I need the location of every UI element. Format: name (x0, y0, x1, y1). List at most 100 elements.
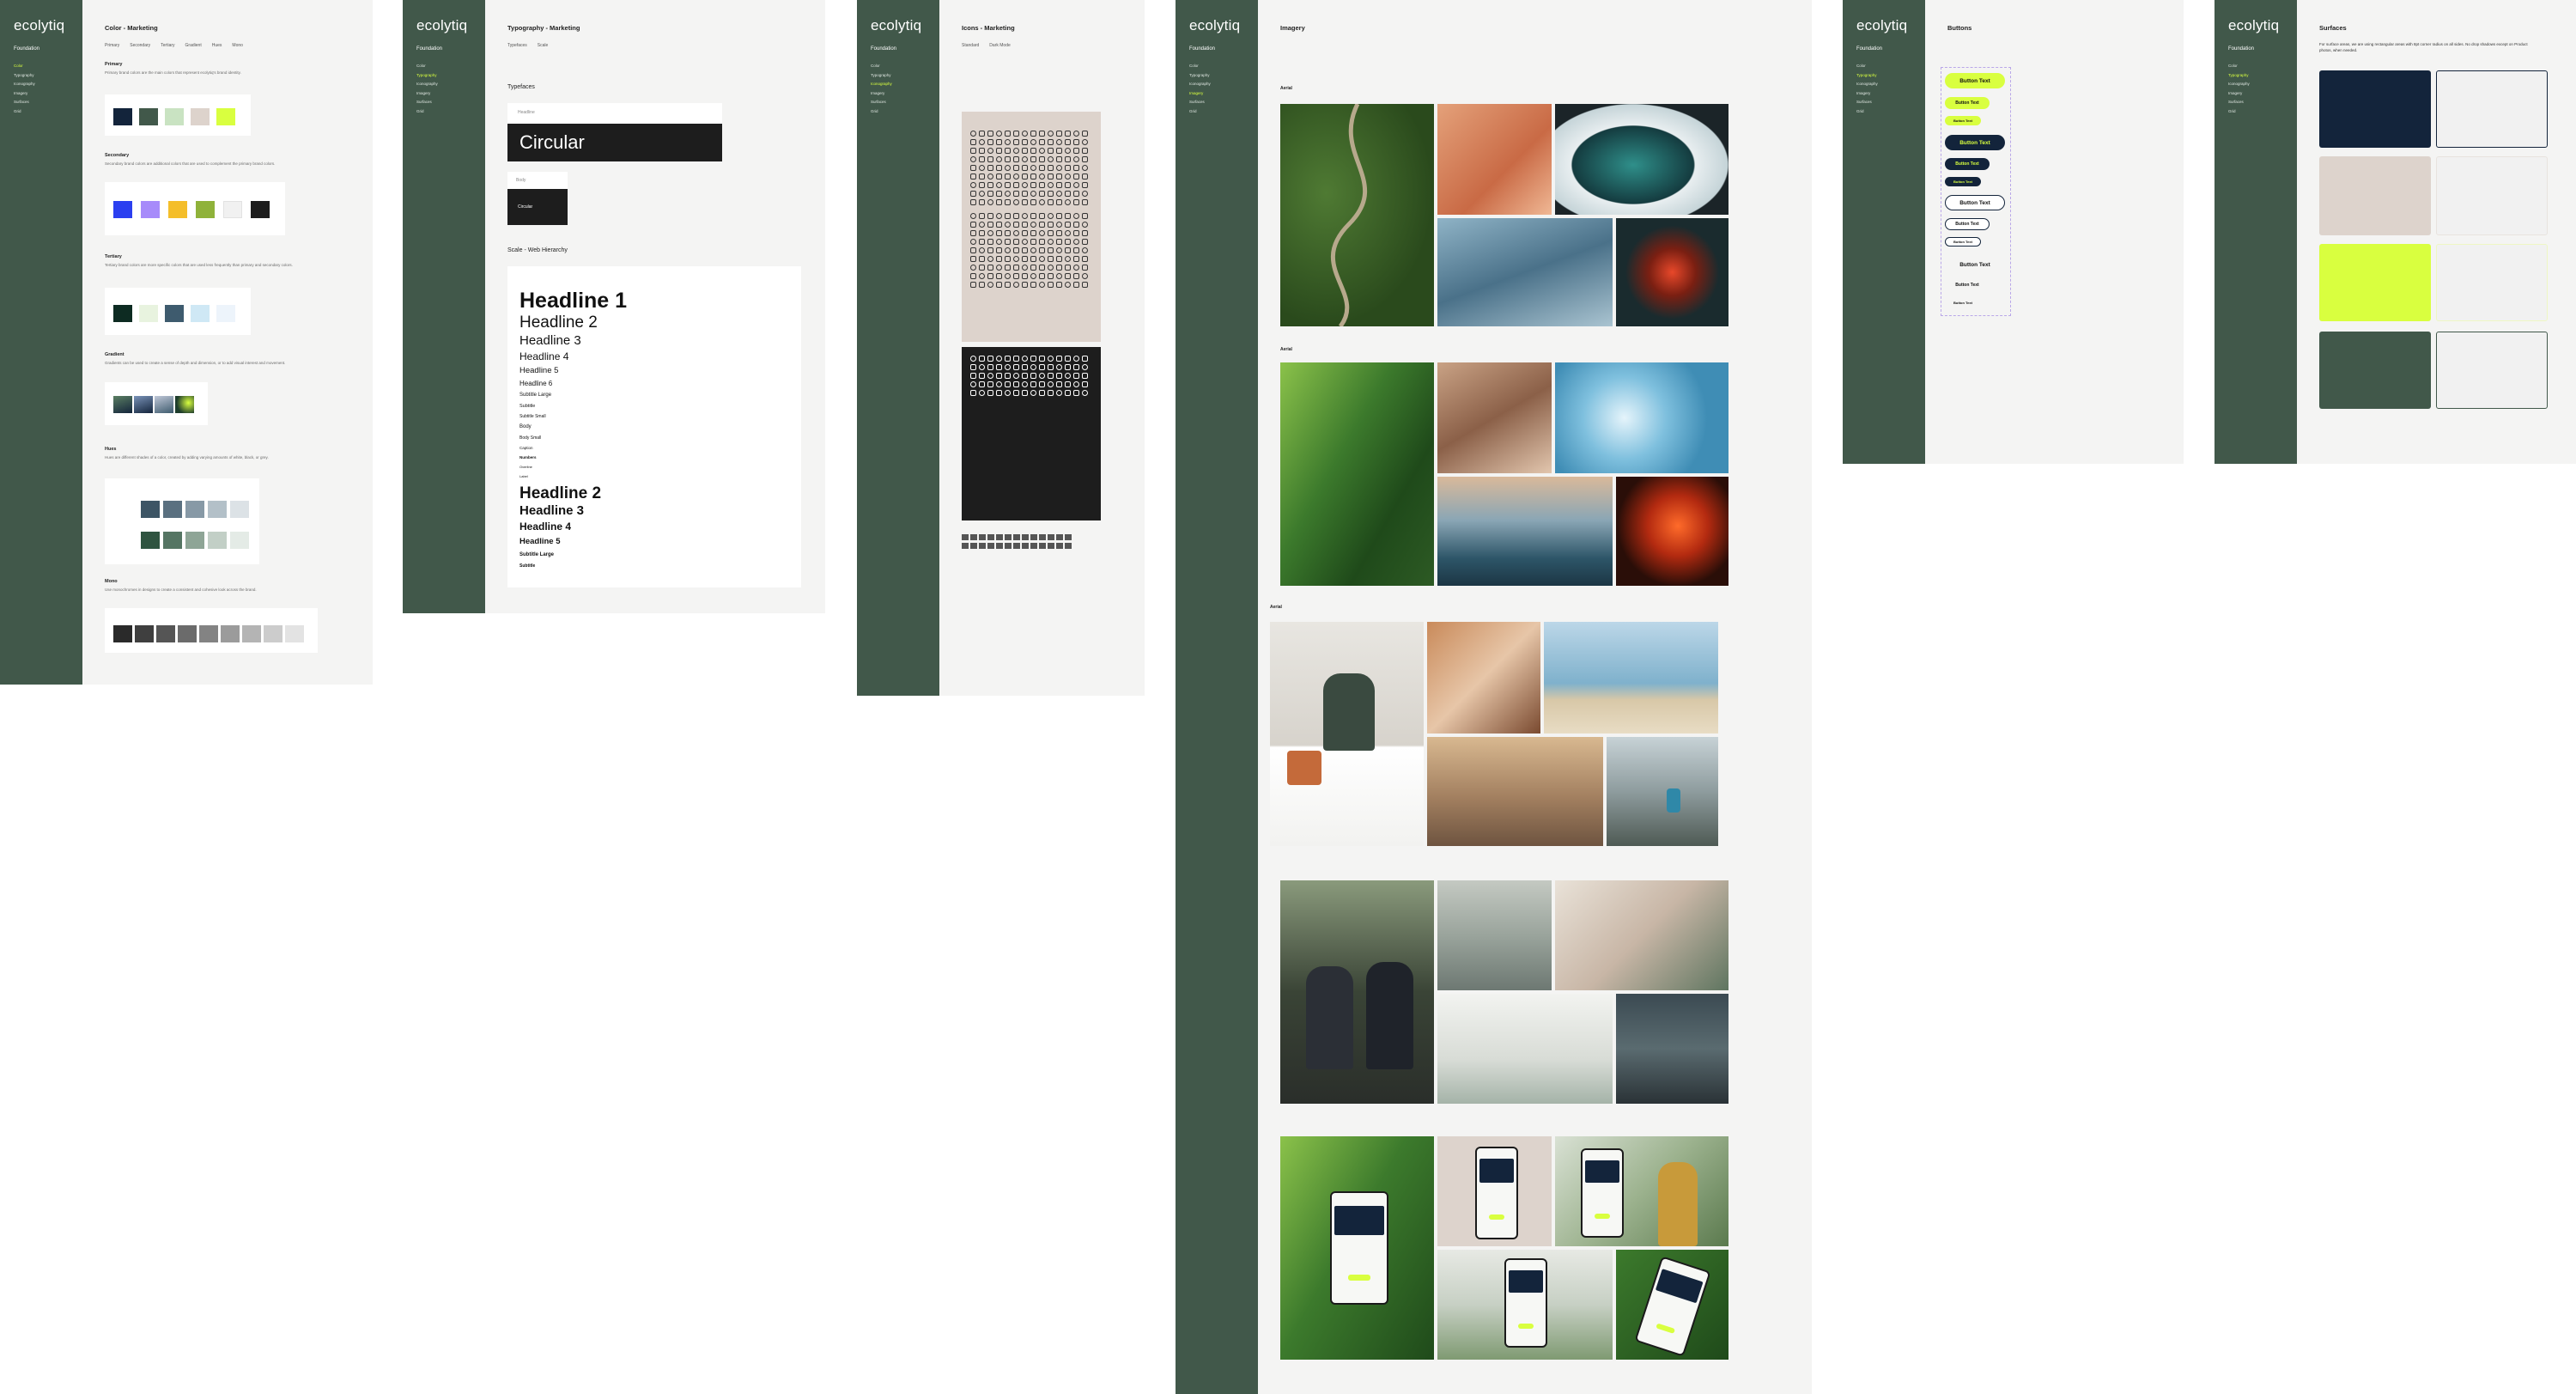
glyph-icon (1056, 390, 1062, 396)
nav-item-grid[interactable]: Grid (416, 107, 438, 117)
phone-leaf-image (1280, 1136, 1434, 1360)
dark-button-small[interactable]: Button Text (1945, 177, 1981, 186)
primary-button-medium[interactable]: Button Text (1945, 97, 1990, 109)
glyph-icon (996, 364, 1002, 370)
nav-item-typography[interactable]: Typography (1189, 71, 1211, 81)
glyph-icon (1082, 356, 1088, 362)
nav-item-color[interactable]: Color (1189, 62, 1211, 71)
nav-item-color[interactable]: Color (14, 62, 35, 71)
glyph-icon (1030, 390, 1036, 396)
nav-item-iconography[interactable]: Iconography (871, 80, 892, 89)
nav-item-surfaces[interactable]: Surfaces (14, 98, 35, 107)
glyph-icon (1082, 273, 1088, 279)
scale-heading: Scale - Web Hierarchy (507, 247, 568, 253)
nav-item-surfaces[interactable]: Surfaces (2228, 98, 2250, 107)
text-button-medium[interactable]: Button Text (1945, 279, 1990, 291)
nav-item-grid[interactable]: Grid (1189, 107, 1211, 117)
glyph-icon (1048, 182, 1054, 188)
glyph-icon (1048, 222, 1054, 228)
phone-man-image (1555, 1136, 1728, 1246)
glyph-icon (1082, 381, 1088, 387)
tab-gradient[interactable]: Gradient (185, 43, 202, 48)
swatch (113, 108, 132, 125)
nav-item-surfaces[interactable]: Surfaces (871, 98, 892, 107)
lava-image (1616, 477, 1728, 586)
glyph-icon (1030, 199, 1036, 205)
tab-standard[interactable]: Standard (962, 43, 979, 48)
nav-item-imagery[interactable]: Imagery (14, 89, 35, 99)
glyph-icon (970, 199, 976, 205)
tab-mono[interactable]: Mono (232, 43, 243, 48)
glyph-icon (1030, 239, 1036, 245)
nav-item-typography[interactable]: Typography (14, 71, 35, 81)
tab-hues[interactable]: Hues (212, 43, 222, 48)
nav-item-iconography[interactable]: Iconography (1856, 80, 1878, 89)
nav-item-color[interactable]: Color (416, 62, 438, 71)
nav-item-surfaces[interactable]: Surfaces (1856, 98, 1878, 107)
glyph-icon (996, 139, 1002, 145)
glyph-icon (996, 191, 1002, 197)
glyph-icon (1039, 131, 1045, 137)
section-title-tertiary: Tertiary (105, 254, 122, 259)
outline-button-large[interactable]: Button Text (1945, 195, 2005, 210)
text-button-large[interactable]: Button Text (1945, 257, 2005, 272)
glyph-icon (1005, 182, 1011, 188)
tab-scale[interactable]: Scale (538, 43, 549, 48)
text-button-small[interactable]: Button Text (1945, 298, 1981, 307)
glyph-icon (970, 139, 976, 145)
glyph-icon (1065, 256, 1071, 262)
glyph-icon (996, 173, 1002, 180)
tab-secondary[interactable]: Secondary (130, 43, 150, 48)
aerial-glacier-lake-image (1555, 104, 1728, 215)
outline-button-medium[interactable]: Button Text (1945, 218, 1990, 230)
nav-item-color[interactable]: Color (871, 62, 892, 71)
nav-item-surfaces[interactable]: Surfaces (1189, 98, 1211, 107)
nav-item-imagery[interactable]: Imagery (1856, 89, 1878, 99)
nav-item-grid[interactable]: Grid (2228, 107, 2250, 117)
nav-item-iconography[interactable]: Iconography (1189, 80, 1211, 89)
glyph-icon (1039, 199, 1045, 205)
nav-item-typography[interactable]: Typography (871, 71, 892, 81)
nav-item-color[interactable]: Color (1856, 62, 1878, 71)
primary-button-large[interactable]: Button Text (1945, 73, 2005, 88)
tab-typefaces[interactable]: Typefaces (507, 43, 527, 48)
tab-primary[interactable]: Primary (105, 43, 119, 48)
swatch (139, 108, 158, 125)
nav-item-iconography[interactable]: Iconography (2228, 80, 2250, 89)
nav-item-typography[interactable]: Typography (2228, 71, 2250, 81)
nav-item-imagery[interactable]: Imagery (1189, 89, 1211, 99)
scale-bold-headline-3: Headline 3 (519, 503, 585, 518)
nav-item-grid[interactable]: Grid (1856, 107, 1878, 117)
glyph-icon (1082, 131, 1088, 137)
nav-item-imagery[interactable]: Imagery (2228, 89, 2250, 99)
glyph-icon (970, 381, 976, 387)
glyph-icon (1065, 265, 1071, 271)
glyph-icon (1065, 543, 1072, 549)
nav-item-iconography[interactable]: Iconography (14, 80, 35, 89)
nav-item-color[interactable]: Color (2228, 62, 2250, 71)
nav-item-grid[interactable]: Grid (871, 107, 892, 117)
nav-item-imagery[interactable]: Imagery (416, 89, 438, 99)
outline-button-small[interactable]: Button Text (1945, 237, 1981, 247)
dark-button-large[interactable]: Button Text (1945, 135, 2005, 150)
nav-item-iconography[interactable]: Iconography (416, 80, 438, 89)
glyph-icon (1056, 373, 1062, 379)
glyph-icon (996, 373, 1002, 379)
swatch-card-mono (105, 608, 318, 653)
dark-button-medium[interactable]: Button Text (1945, 158, 1990, 170)
tab-tertiary[interactable]: Tertiary (161, 43, 174, 48)
nav-item-surfaces[interactable]: Surfaces (416, 98, 438, 107)
glyph-icon (1030, 282, 1036, 288)
glyph-icon (1065, 282, 1071, 288)
nav-item-typography[interactable]: Typography (1856, 71, 1878, 81)
nav-item-imagery[interactable]: Imagery (871, 89, 892, 99)
nav-item-typography[interactable]: Typography (416, 71, 438, 81)
brand-logo: ecolytiq (871, 17, 922, 33)
glyph-icon (970, 373, 976, 379)
beach-runner-image (1544, 622, 1718, 734)
tab-dark-mode[interactable]: Dark Mode (989, 43, 1010, 48)
glyph-icon (1065, 373, 1071, 379)
glyph-icon (1030, 265, 1036, 271)
primary-button-small[interactable]: Button Text (1945, 116, 1981, 125)
nav-item-grid[interactable]: Grid (14, 107, 35, 117)
